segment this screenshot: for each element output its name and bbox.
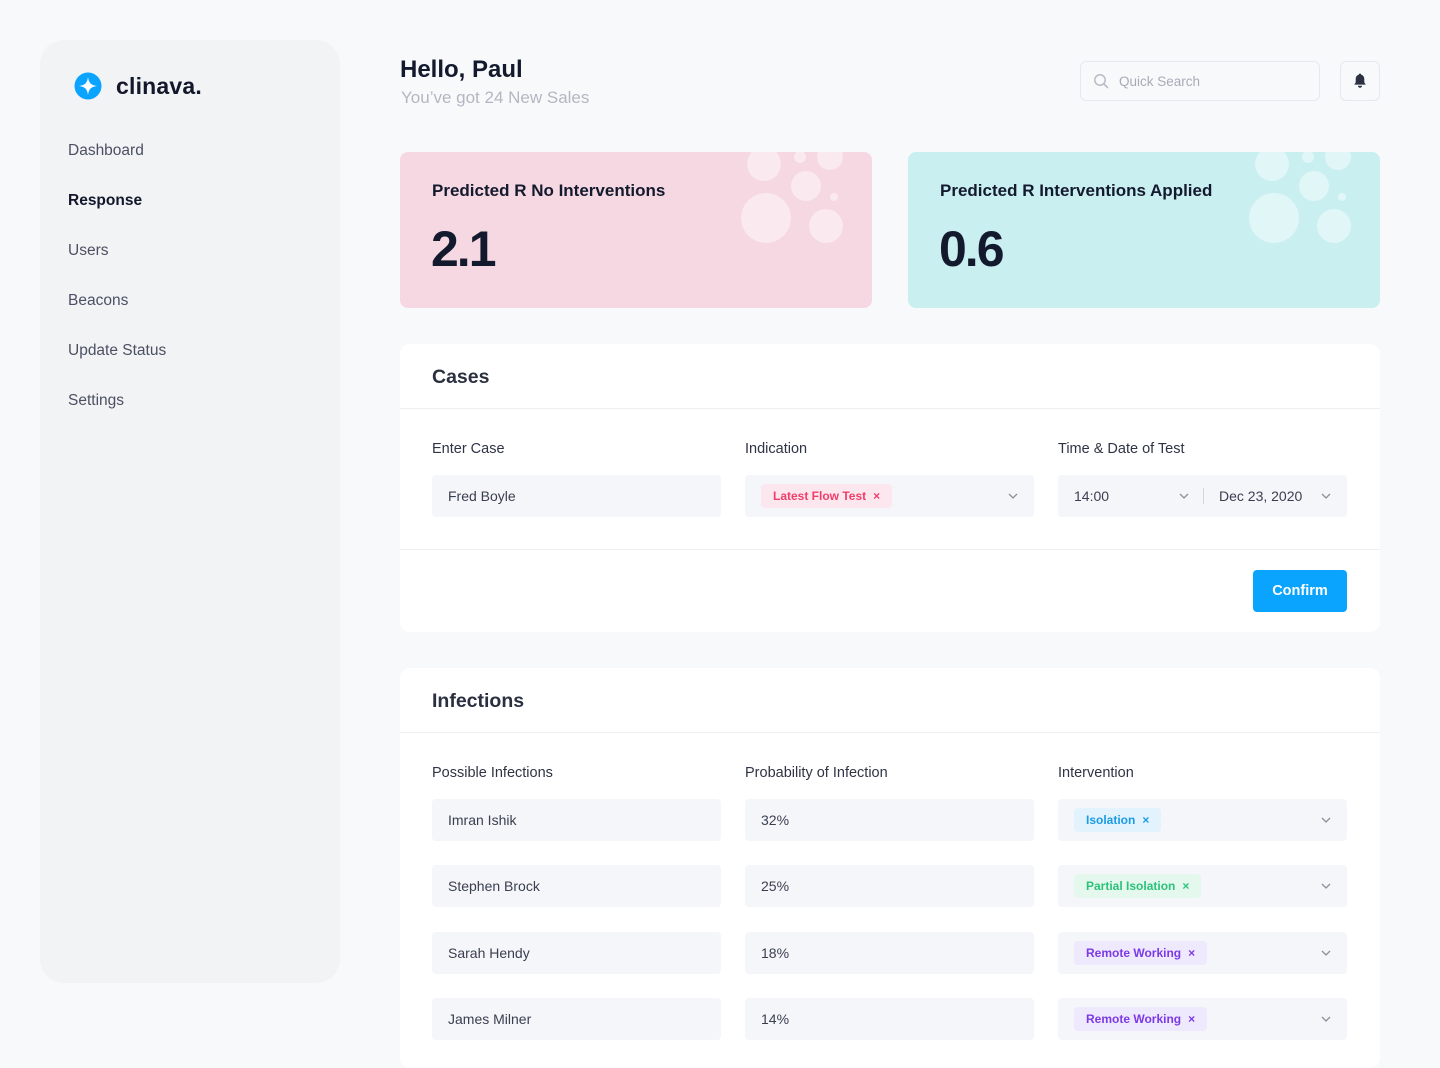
probability-value: 25% (761, 878, 790, 894)
intervention-select[interactable]: Isolation × (1058, 799, 1347, 841)
brand-name: clinava. (116, 72, 202, 99)
intervention-tag: Isolation × (1074, 808, 1162, 832)
notifications-button[interactable] (1340, 61, 1380, 101)
col-possible-infections: Possible Infections (432, 765, 553, 781)
search-input[interactable] (1119, 73, 1299, 89)
infection-name: Sarah Hendy (448, 945, 530, 961)
chevron-down-icon (1321, 817, 1331, 823)
sidebar: clinava. Dashboard Response Users Beacon… (40, 40, 340, 983)
stat-value: 0.6 (939, 221, 1005, 277)
col-probability: Probability of Infection (745, 765, 888, 781)
infection-name: Imran Ishik (448, 812, 517, 828)
intervention-tag: Remote Working × (1074, 941, 1208, 965)
intervention-tag: Remote Working × (1074, 1007, 1208, 1031)
intervention-select[interactable]: Remote Working × (1058, 932, 1347, 974)
infection-name-field[interactable]: Stephen Brock (432, 865, 721, 907)
intervention-select[interactable]: Partial Isolation × (1058, 865, 1347, 907)
intervention-tag: Partial Isolation × (1074, 874, 1202, 898)
date-value[interactable]: Dec 23, 2020 (1219, 488, 1302, 504)
sidebar-item-users[interactable]: Users (68, 238, 166, 288)
time-value[interactable]: 14:00 (1074, 488, 1109, 504)
infections-title: Infections (432, 690, 525, 712)
infection-name-field[interactable]: Sarah Hendy (432, 932, 721, 974)
time-date-field: 14:00 Dec 23, 2020 (1058, 475, 1347, 517)
search-icon (1094, 74, 1109, 89)
chevron-down-icon[interactable] (1179, 493, 1189, 499)
sidebar-item-dashboard[interactable]: Dashboard (68, 138, 166, 188)
intervention-select[interactable]: Remote Working × (1058, 998, 1347, 1040)
bubbles-decoration (741, 152, 843, 243)
chevron-down-icon[interactable] (1321, 493, 1331, 499)
cases-title: Cases (432, 366, 490, 388)
probability-value: 32% (761, 812, 790, 828)
divider (400, 549, 1380, 550)
intervention-tag-label: Partial Isolation (1086, 879, 1176, 893)
chevron-down-icon (1321, 1016, 1331, 1022)
stat-value: 2.1 (431, 221, 497, 277)
probability-value: 18% (761, 945, 790, 961)
indication-tag: Latest Flow Test × (761, 484, 893, 508)
divider (400, 732, 1380, 733)
logo-icon (74, 72, 102, 100)
stat-card-no-interventions: Predicted R No Interventions 2.1 (400, 152, 872, 308)
probability-field[interactable]: 14% (745, 998, 1034, 1040)
indication-label: Indication (745, 441, 808, 457)
remove-tag-icon[interactable]: × (873, 489, 880, 503)
intervention-tag-label: Isolation (1086, 813, 1136, 827)
infections-panel: Infections Possible Infections Probabili… (400, 668, 1380, 1068)
bubbles-decoration (1249, 152, 1351, 243)
probability-field[interactable]: 18% (745, 932, 1034, 974)
infection-name-field[interactable]: Imran Ishik (432, 799, 721, 841)
page-subtitle: You’ve got 24 New Sales (401, 88, 590, 107)
chevron-down-icon (1321, 950, 1331, 956)
stat-card-interventions-applied: Predicted R Interventions Applied 0.6 (908, 152, 1380, 308)
probability-field[interactable]: 32% (745, 799, 1034, 841)
remove-tag-icon[interactable]: × (1142, 813, 1149, 827)
indication-select[interactable]: Latest Flow Test × (745, 475, 1034, 517)
quick-search[interactable] (1080, 61, 1320, 101)
probability-field[interactable]: 25% (745, 865, 1034, 907)
infection-name-field[interactable]: James Milner (432, 998, 721, 1040)
remove-tag-icon[interactable]: × (1182, 879, 1189, 893)
page-title: Hello, Paul (400, 56, 523, 83)
indication-tag-label: Latest Flow Test (773, 489, 867, 503)
field-separator (1203, 488, 1204, 504)
brand-logo[interactable]: clinava. (74, 72, 202, 100)
sidebar-item-beacons[interactable]: Beacons (68, 288, 166, 338)
infection-name: Stephen Brock (448, 878, 540, 894)
remove-tag-icon[interactable]: × (1188, 946, 1195, 960)
sidebar-nav: Dashboard Response Users Beacons Update … (68, 138, 166, 438)
sidebar-item-response[interactable]: Response (68, 188, 166, 238)
sidebar-item-update-status[interactable]: Update Status (68, 338, 166, 388)
time-date-label: Time & Date of Test (1058, 441, 1185, 457)
cases-panel: Cases Enter Case Fred Boyle Indication L… (400, 344, 1380, 632)
stat-label: Predicted R Interventions Applied (940, 181, 1213, 200)
probability-value: 14% (761, 1011, 790, 1027)
infection-name: James Milner (448, 1011, 532, 1027)
col-intervention: Intervention (1058, 765, 1134, 781)
bell-icon (1354, 73, 1366, 88)
intervention-tag-label: Remote Working (1086, 946, 1182, 960)
sidebar-item-settings[interactable]: Settings (68, 388, 166, 438)
stat-label: Predicted R No Interventions (432, 181, 666, 200)
enter-case-value: Fred Boyle (448, 488, 516, 504)
divider (400, 408, 1380, 409)
chevron-down-icon (1008, 493, 1018, 499)
enter-case-field[interactable]: Fred Boyle (432, 475, 721, 517)
enter-case-label: Enter Case (432, 441, 505, 457)
confirm-button[interactable]: Confirm (1253, 570, 1347, 612)
chevron-down-icon (1321, 883, 1331, 889)
